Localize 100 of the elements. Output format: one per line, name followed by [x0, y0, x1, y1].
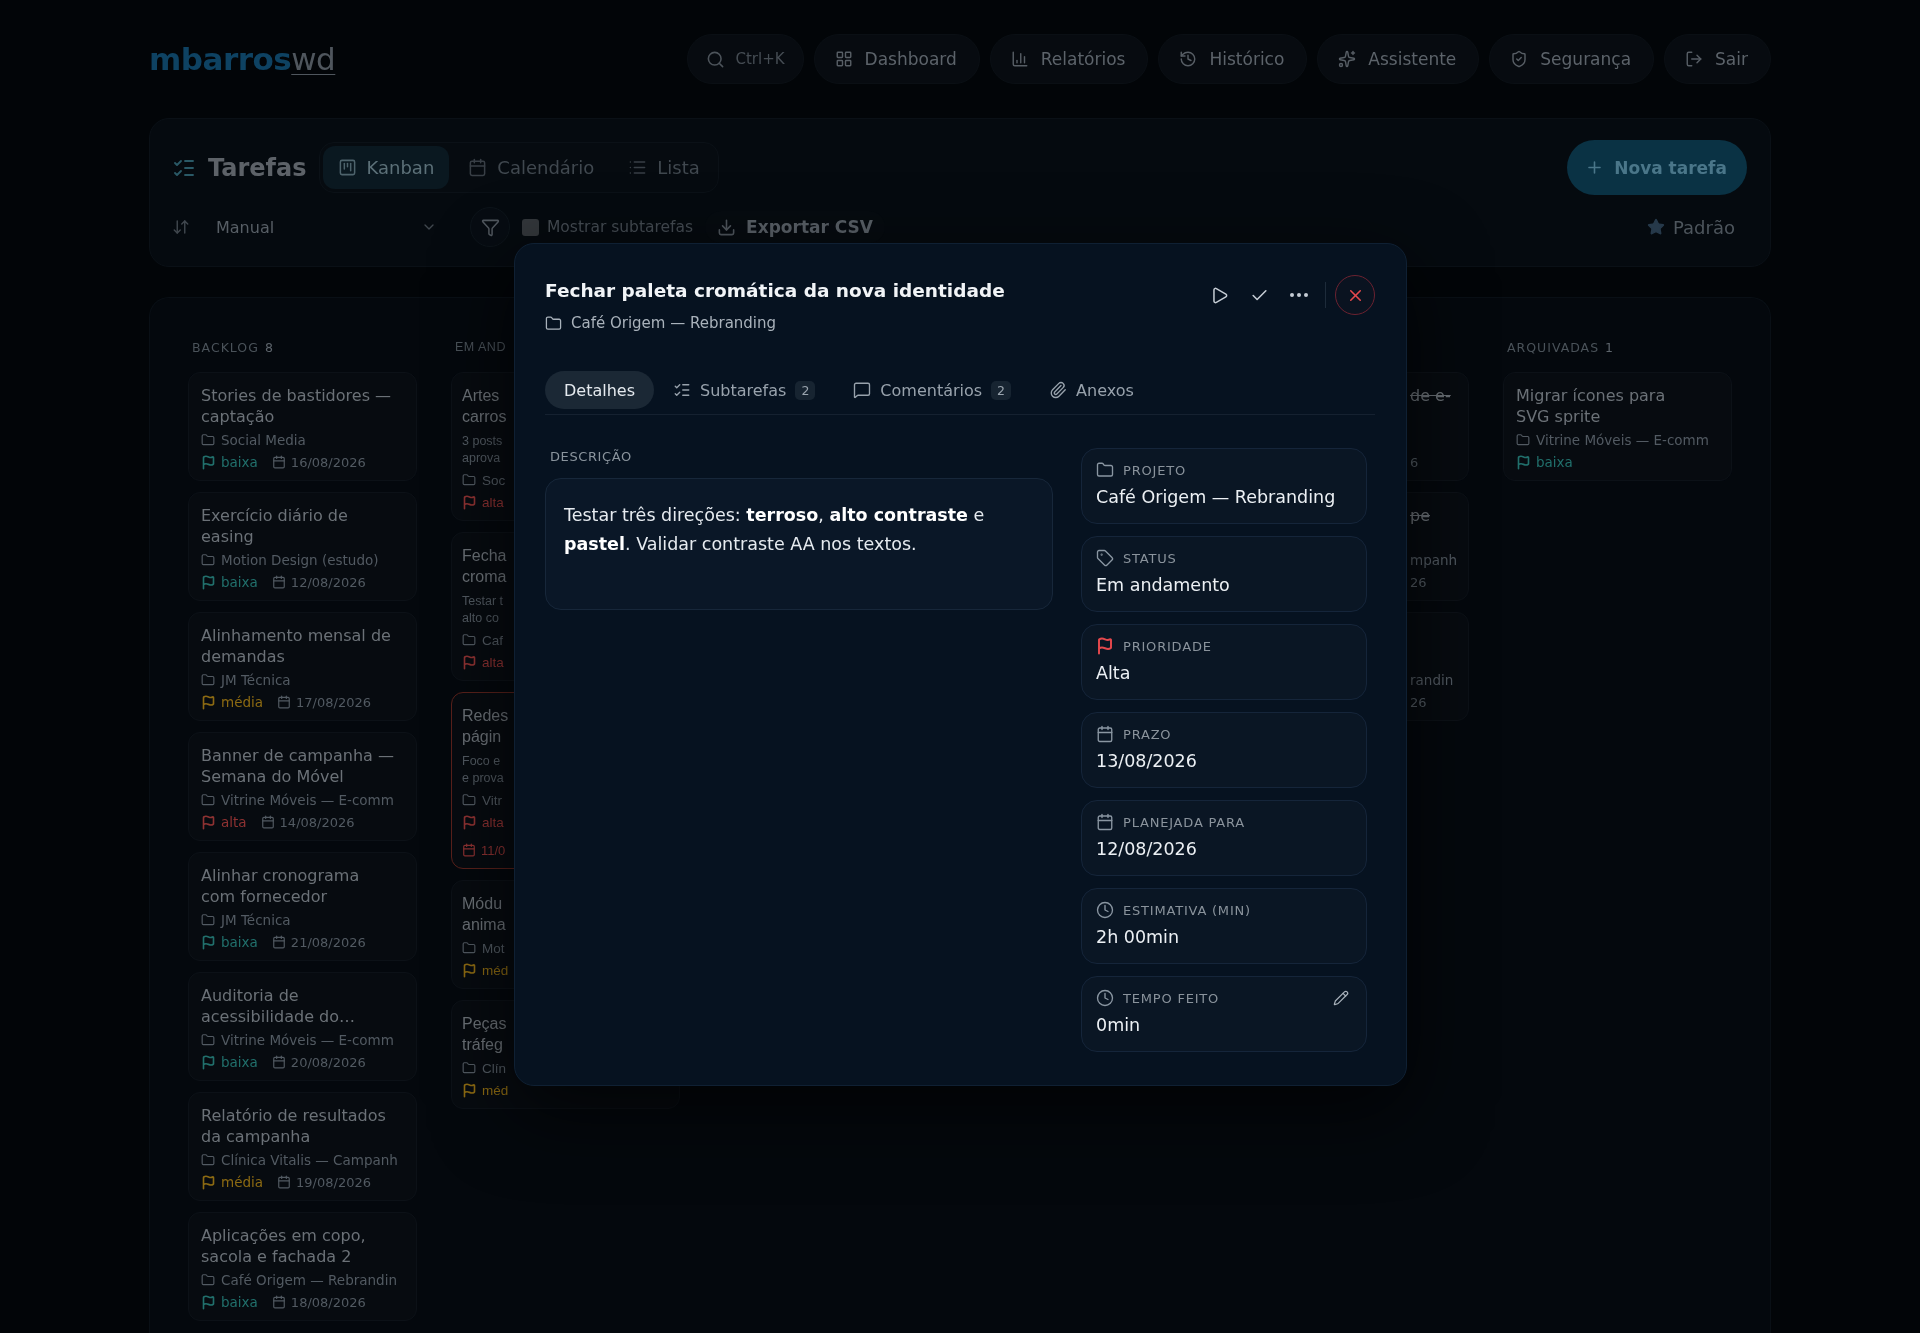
- card-project: Vitrine Móveis — E-comm: [221, 792, 394, 808]
- sort-select[interactable]: Manual: [204, 207, 448, 247]
- grid-icon: [834, 50, 853, 68]
- tag-icon: [1096, 549, 1114, 567]
- column-count: 8: [264, 339, 273, 355]
- card-title: Stories de bastidores — captação: [201, 385, 392, 427]
- task-card[interactable]: Alinhamento mensal de demandas JM Técnica média 17/08/2026: [188, 612, 417, 721]
- card-project: JM Técnica: [221, 672, 291, 688]
- card-title: Peças tráfeg: [462, 1014, 507, 1055]
- card-description: Testar t alto co: [462, 593, 503, 627]
- card-title: Exercício diário de easing: [201, 505, 348, 547]
- field-value: Em andamento: [1096, 574, 1230, 597]
- view-tab[interactable]: Lista: [613, 146, 715, 189]
- card-title: Alinhar cronograma com fornecedor: [201, 865, 360, 907]
- history-icon: [1179, 50, 1198, 68]
- clock-icon: [1096, 989, 1114, 1007]
- folder-icon: [1096, 461, 1114, 479]
- calendar-icon: [277, 695, 292, 709]
- card-title: Alinhamento mensal de demandas: [201, 625, 391, 667]
- task-card[interactable]: Relatório de resultados da campanha Clínica Vitalis — Campanh média 19/08/2026: [188, 1092, 417, 1201]
- card-project: Vitrine Móveis — E-comm: [1536, 432, 1709, 448]
- logo[interactable]: mbarroswd: [149, 43, 336, 75]
- field-value: 13/08/2026: [1096, 750, 1197, 773]
- view-tab[interactable]: Calendário: [453, 146, 610, 189]
- modal-tab[interactable]: Detalhes: [545, 371, 654, 409]
- priority-label: baixa: [1536, 454, 1573, 470]
- preset-button[interactable]: Padrão: [1647, 216, 1735, 238]
- task-card[interactable]: Stories de bastidores — captação Social Media baixa 16/08/2026: [188, 372, 417, 481]
- nav-button[interactable]: Dashboard: [813, 34, 980, 84]
- description-text: Testar três direções: terroso, alto contraste e pastel. Validar contraste AA nos textos.: [564, 504, 986, 556]
- project-name: Café Origem — Rebranding: [571, 314, 777, 332]
- sparkles-icon: [1338, 50, 1357, 68]
- priority-label: baixa: [221, 1294, 258, 1310]
- new-task-button[interactable]: Nova tarefa: [1567, 140, 1747, 195]
- field-value: 0min: [1096, 1014, 1141, 1037]
- task-card[interactable]: Auditoria de acessibilidade do… Vitrine Móveis — E-comm baixa 20/08/2026: [188, 972, 417, 1081]
- card-project: Soc: [482, 472, 506, 488]
- card-title: Migrar ícones para SVG sprite: [1516, 385, 1666, 427]
- folder-icon: [201, 1273, 215, 1287]
- due-date: 14/08/2026: [279, 814, 355, 830]
- priority-label: baixa: [221, 574, 258, 590]
- subtasks-checkbox[interactable]: [522, 218, 539, 236]
- field-label: PRAZO: [1123, 726, 1172, 742]
- task-card[interactable]: Alinhar cronograma com fornecedor JM Técnica baixa 21/08/2026: [188, 852, 417, 961]
- field-label: PLANEJADA PARA: [1123, 814, 1246, 830]
- priority-label: alta: [482, 654, 504, 670]
- folder-icon: [201, 1033, 215, 1047]
- calendar-icon: [1096, 813, 1114, 831]
- card-title: Aplicações em copo, sacola e fachada 2: [201, 1225, 366, 1267]
- task-card[interactable]: Banner de campanha — Semana do Móvel Vitrine Móveis — E-comm alta 14/08/2026: [188, 732, 417, 841]
- nav-button[interactable]: Histórico: [1158, 34, 1308, 84]
- list-icon: [628, 158, 648, 177]
- card-title: Artes carros: [462, 386, 507, 427]
- folder-icon: [462, 1061, 476, 1075]
- field-value: 2h 00min: [1096, 926, 1180, 949]
- modal-tab[interactable]: Anexos: [1030, 371, 1153, 409]
- tab-count: 2: [795, 380, 816, 400]
- due-date: 6: [1410, 454, 1419, 470]
- priority-label: alta: [482, 814, 504, 830]
- priority-label: média: [221, 694, 264, 710]
- card-title: Fecha croma: [462, 546, 507, 587]
- due-date: 20/08/2026: [290, 1054, 366, 1070]
- calendar-icon: [1096, 725, 1114, 743]
- card-description: 3 posts aprova: [462, 433, 503, 467]
- comment-icon: [853, 381, 872, 399]
- kanban-icon: [337, 158, 357, 177]
- field-label: STATUS: [1123, 550, 1177, 566]
- priority-label: média: [221, 1174, 264, 1190]
- sort-icon: [172, 218, 190, 236]
- nav-button[interactable]: Segurança: [1489, 34, 1655, 84]
- folder-icon: [545, 314, 562, 332]
- card-title: Módu anima: [462, 894, 506, 935]
- task-card[interactable]: Exercício diário de easing Motion Design (estudo) baixa 12/08/2026: [188, 492, 417, 601]
- search-button[interactable]: Ctrl+K: [687, 34, 804, 84]
- view-tab[interactable]: Kanban: [322, 146, 450, 189]
- folder-icon: [201, 1153, 215, 1167]
- nav-button[interactable]: Assistente: [1317, 34, 1480, 84]
- task-card[interactable]: Migrar ícones para SVG sprite Vitrine Móveis — E-comm baixa: [1503, 372, 1732, 481]
- folder-icon: [201, 553, 215, 567]
- nav-button[interactable]: Sair: [1664, 34, 1771, 84]
- calendar-icon: [271, 455, 286, 469]
- due-date: 12/08/2026: [290, 574, 366, 590]
- column-title: ARQUIVADAS: [1507, 339, 1600, 355]
- priority-label: baixa: [221, 454, 258, 470]
- nav-button[interactable]: Relatórios: [989, 34, 1149, 84]
- card-project: mpanh: [1410, 552, 1458, 568]
- task-card[interactable]: Aplicações em copo, sacola e fachada 2 Café Origem — Rebrandin baixa 18/08/2026: [188, 1212, 417, 1321]
- modal-tab[interactable]: Comentários 2: [834, 371, 1031, 409]
- card-project: JM Técnica: [221, 912, 291, 928]
- modal-title: Fechar paleta cromática da nova identidade: [545, 279, 1005, 303]
- pencil-icon: [1333, 990, 1349, 1006]
- modal-tab[interactable]: Subtarefas 2: [654, 371, 835, 409]
- paperclip-icon: [1049, 381, 1068, 399]
- card-project: Caf: [482, 632, 503, 648]
- clock-icon: [1096, 901, 1114, 919]
- card-title: pe: [1410, 505, 1431, 526]
- download-icon: [717, 217, 737, 237]
- due-date: 19/08/2026: [296, 1174, 371, 1190]
- card-project: Mot: [482, 940, 505, 956]
- logout-icon: [1685, 50, 1704, 68]
